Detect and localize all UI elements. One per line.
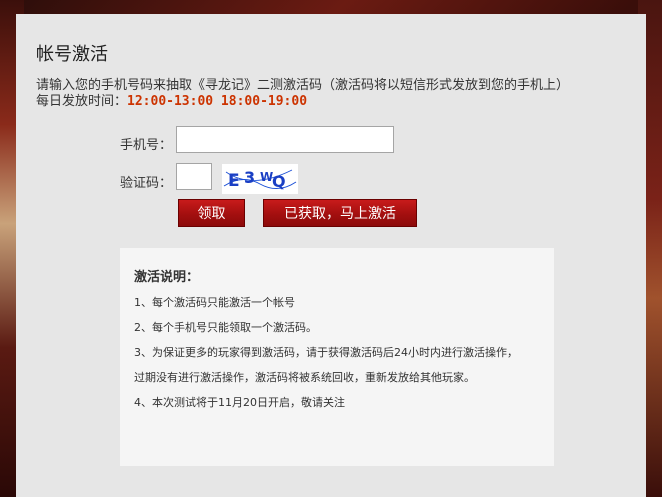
intro-line-2: 每日发放时间：12:00-13:00 18:00-19:00 [36,94,636,110]
note-item: 3、为保证更多的玩家得到激活码，请于获得激活码后24小时内进行激活操作， [134,346,518,359]
page-title: 帐号激活 [36,44,108,65]
phone-label: 手机号： [120,138,173,153]
captcha-input[interactable] [176,163,212,190]
phone-input[interactable] [176,126,394,153]
captcha-char-4: Q [272,172,286,191]
intro-text: 请输入您的手机号码来抽取《寻龙记》二测激活码（激活码将以短信形式发放到您的手机上… [36,78,636,110]
notes-title: 激活说明： [134,270,200,285]
captcha-char-1: E [228,171,240,191]
captcha-image[interactable]: E 3 W Q [222,164,298,194]
activation-notes: 激活说明： 1、每个激活码只能激活一个帐号 2、每个手机号只能领取一个激活码。 … [120,248,554,466]
activation-panel: 帐号激活 请输入您的手机号码来抽取《寻龙记》二测激活码（激活码将以短信形式发放到… [16,14,646,497]
intro-line-1: 请输入您的手机号码来抽取《寻龙记》二测激活码（激活码将以短信形式发放到您的手机上… [36,78,570,93]
note-item: 2、每个手机号只能领取一个激活码。 [134,321,317,334]
schedule-label: 每日发放时间： [36,94,128,109]
note-item: 1、每个激活码只能激活一个帐号 [134,296,295,309]
claim-button[interactable]: 领取 [178,199,245,227]
schedule-times: 12:00-13:00 18:00-19:00 [127,94,308,109]
note-item: 4、本次测试将于11月20日开启，敬请关注 [134,396,345,409]
captcha-char-2: 3 [244,168,255,187]
captcha-label: 验证码： [120,176,173,191]
note-item-continued: 过期没有进行激活操作，激活码将被系统回收，重新发放给其他玩家。 [134,371,475,384]
activate-now-button[interactable]: 已获取，马上激活 [263,199,417,227]
